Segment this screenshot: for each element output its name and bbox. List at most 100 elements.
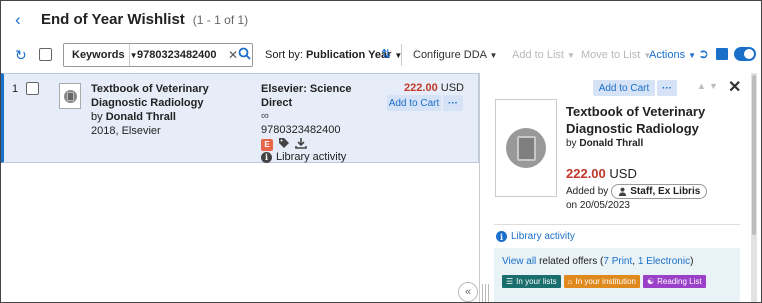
price-value: 222.00 bbox=[566, 166, 606, 181]
row-checkbox[interactable] bbox=[26, 82, 39, 95]
more-options-button[interactable]: ··· bbox=[657, 80, 677, 96]
close-icon[interactable]: ✕ bbox=[728, 77, 741, 97]
actions-label: Actions bbox=[649, 49, 686, 61]
unlimited-users-icon: ∞ bbox=[261, 110, 269, 122]
refresh-icon[interactable]: ↻ bbox=[15, 47, 27, 64]
library-activity-label: Library activity bbox=[276, 151, 347, 163]
search-field-label: Keywords bbox=[72, 49, 125, 61]
detail-title: Textbook of Veterinary Diagnostic Radiol… bbox=[566, 104, 706, 136]
related-offers-box: View all related offers (7 Print, 1 Elec… bbox=[494, 248, 740, 302]
table-row[interactable]: 1 Textbook of Veterinary Diagnostic Radi… bbox=[1, 73, 479, 163]
search-icon[interactable] bbox=[238, 47, 251, 63]
app-frame: ‹ End of Year Wishlist (1 - 1 of 1) ↻ Ke… bbox=[0, 0, 762, 303]
close-paren: ) bbox=[690, 256, 694, 267]
sort-label: Sort by: bbox=[265, 49, 303, 61]
price-value: 222.00 bbox=[404, 82, 438, 94]
add-to-cart-button[interactable]: Add to Cart bbox=[387, 95, 441, 111]
search-box: Keywords ▼ ✕ bbox=[63, 43, 253, 67]
tag-label: Reading List bbox=[657, 277, 702, 286]
panel-divider bbox=[479, 73, 480, 302]
next-item-icon[interactable]: ▼ bbox=[709, 81, 718, 91]
tag-label: In your lists bbox=[516, 277, 557, 286]
search-field-dropdown[interactable]: Keywords ▼ bbox=[64, 44, 138, 66]
info-icon: i bbox=[496, 231, 507, 242]
export-icon[interactable]: ➲ bbox=[698, 46, 709, 62]
sort-value: Publication Year bbox=[305, 49, 392, 61]
list-icon: ☰ bbox=[506, 277, 514, 286]
item-icons: E bbox=[261, 137, 307, 152]
scrollbar[interactable] bbox=[751, 73, 757, 302]
add-to-cart-button[interactable]: Add to Cart bbox=[593, 80, 655, 96]
configure-dda-dropdown[interactable]: Configure DDA ▼ bbox=[413, 49, 497, 61]
move-to-list-label: Move to List bbox=[581, 49, 641, 61]
search-input[interactable] bbox=[130, 49, 226, 61]
library-activity-link[interactable]: i Library activity bbox=[496, 231, 575, 242]
item-isbn: 9780323482400 bbox=[261, 124, 341, 136]
clear-icon[interactable]: ✕ bbox=[228, 48, 238, 62]
move-to-list-dropdown[interactable]: Move to List ▼ bbox=[581, 49, 651, 61]
detail-price: 222.00 USD bbox=[566, 166, 637, 181]
row-number: 1 bbox=[12, 83, 19, 95]
book-thumbnail bbox=[59, 83, 81, 109]
tag-in-your-lists[interactable]: ☰ In your lists bbox=[502, 275, 561, 288]
electronic-badge-icon: E bbox=[261, 138, 273, 151]
detail-author: by Donald Thrall bbox=[566, 138, 643, 149]
caret-down-icon: ▼ bbox=[688, 51, 697, 60]
page-title: End of Year Wishlist bbox=[41, 11, 185, 28]
select-all-checkbox[interactable] bbox=[39, 48, 52, 61]
author-name: Donald Thrall bbox=[579, 138, 644, 149]
price-currency: USD bbox=[440, 82, 464, 94]
add-to-list-label: Add to List bbox=[512, 49, 564, 61]
view-all-link[interactable]: View all bbox=[502, 256, 536, 267]
result-count: (1 - 1 of 1) bbox=[192, 12, 249, 27]
add-to-list-dropdown[interactable]: Add to List ▼ bbox=[512, 49, 575, 61]
price-currency: USD bbox=[609, 166, 637, 181]
collapse-panel-button[interactable]: « bbox=[458, 282, 478, 302]
toolbar: ↻ Keywords ▼ ✕ Sort by: Publication Year… bbox=[1, 41, 761, 69]
added-date: on 20/05/2023 bbox=[566, 200, 630, 211]
home-icon: ⌂ bbox=[567, 277, 573, 286]
previous-item-icon[interactable]: ▲ bbox=[697, 81, 706, 91]
electronic-offers-link[interactable]: 1 Electronic bbox=[638, 256, 690, 267]
download-icon[interactable] bbox=[295, 137, 307, 152]
resize-handle[interactable] bbox=[482, 284, 490, 302]
toolbar-divider bbox=[401, 44, 402, 66]
user-pill[interactable]: Staff, Ex Libris bbox=[611, 184, 708, 199]
tag-icon[interactable] bbox=[278, 137, 290, 152]
by-prefix: by bbox=[91, 111, 103, 123]
library-activity-link[interactable]: i Library activity bbox=[261, 151, 346, 163]
print-offers-link[interactable]: 7 Print bbox=[603, 256, 632, 267]
item-author: by Donald Thrall bbox=[91, 111, 176, 123]
caret-down-icon: ▼ bbox=[489, 51, 498, 60]
by-prefix: by bbox=[566, 138, 577, 149]
book-cover bbox=[495, 99, 557, 197]
tag-list: ☰ In your lists ⌂ In your institution ☯ … bbox=[502, 275, 706, 288]
caret-down-icon: ▼ bbox=[567, 51, 575, 60]
library-activity-label: Library activity bbox=[511, 231, 575, 242]
author-name: Donald Thrall bbox=[105, 111, 176, 123]
item-date-publisher: 2018, Elsevier bbox=[91, 125, 161, 137]
item-price: 222.00 USD bbox=[404, 82, 464, 94]
tag-label: In your institution bbox=[575, 277, 636, 286]
actions-dropdown[interactable]: Actions ▼ bbox=[649, 49, 696, 61]
user-name: Staff, Ex Libris bbox=[630, 186, 701, 197]
configure-dda-label: Configure DDA bbox=[413, 49, 487, 61]
book-placeholder-icon bbox=[63, 89, 77, 103]
comma-separator: , bbox=[632, 256, 636, 267]
chevron-left-icon[interactable]: ‹ bbox=[15, 10, 31, 30]
reading-list-icon: ☯ bbox=[646, 277, 655, 286]
added-by-label: Added by bbox=[566, 186, 609, 197]
tag-reading-list[interactable]: ☯ Reading List bbox=[642, 275, 706, 288]
item-vendor: Elsevier: Science Direct bbox=[261, 83, 352, 109]
sort-direction-icon[interactable]: ⇅ bbox=[381, 47, 391, 61]
divider bbox=[494, 224, 740, 225]
user-icon bbox=[619, 187, 627, 196]
related-offers: View all related offers (7 Print, 1 Elec… bbox=[502, 256, 693, 267]
header: ‹ End of Year Wishlist (1 - 1 of 1) bbox=[1, 1, 761, 38]
view-toggle-switch[interactable] bbox=[734, 47, 756, 61]
layout-toggle-icon[interactable] bbox=[716, 48, 728, 60]
tag-in-your-institution[interactable]: ⌂ In your institution bbox=[563, 275, 640, 288]
related-label: related offers ( bbox=[539, 256, 604, 267]
more-options-button[interactable]: ··· bbox=[443, 95, 463, 111]
item-title[interactable]: Textbook of Veterinary Diagnostic Radiol… bbox=[91, 82, 256, 110]
